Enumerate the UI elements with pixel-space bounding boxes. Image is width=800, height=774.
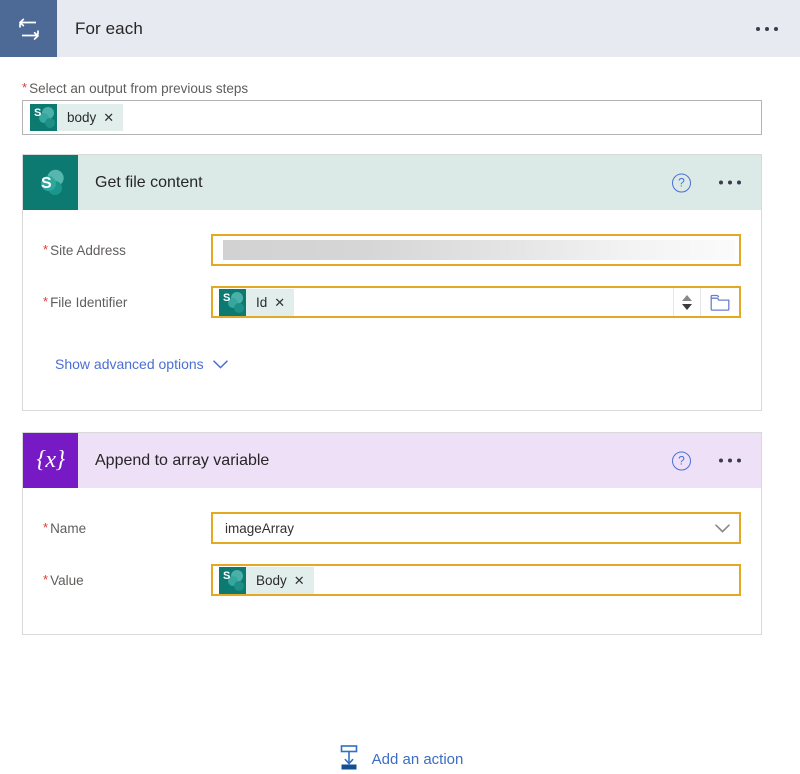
required-marker: * — [22, 80, 28, 95]
loop-repeat-icon — [0, 0, 57, 57]
variable-name-value: imageArray — [225, 520, 295, 536]
folder-picker-icon[interactable] — [700, 288, 739, 316]
field-label-text: File Identifier — [50, 294, 128, 310]
chevron-down-icon — [212, 356, 228, 372]
field-label-text: Value — [50, 572, 84, 588]
card-body: * Name imageArray * Value S Body ✕ — [23, 506, 761, 634]
field-row-site-address: * Site Address — [23, 228, 761, 272]
field-row-file-identifier: * File Identifier S Id ✕ — [23, 280, 761, 324]
sharepoint-icon: S — [219, 566, 246, 594]
token-label: Id — [256, 294, 268, 310]
field-label-text: Site Address — [50, 242, 126, 258]
token-label: body — [67, 110, 97, 125]
card-actions: ? — [672, 451, 741, 470]
select-output-label: * Select an output from previous steps — [22, 81, 248, 96]
variable-name-select[interactable]: imageArray — [211, 512, 741, 544]
foreach-header: For each — [0, 0, 800, 57]
svg-text:S: S — [41, 175, 52, 192]
variable-braces-icon: {x} — [23, 433, 78, 488]
chevron-down-icon[interactable] — [705, 523, 739, 533]
file-identifier-input[interactable]: S Id ✕ — [211, 286, 741, 318]
card-header[interactable]: S Get file content ? — [23, 155, 761, 210]
field-label-site-address: * Site Address — [43, 243, 211, 258]
site-address-input[interactable] — [211, 234, 741, 266]
field-label-value: * Value — [43, 573, 211, 588]
token-id[interactable]: S Id ✕ — [219, 288, 295, 316]
ellipsis-icon[interactable] — [719, 458, 741, 463]
required-marker: * — [43, 571, 49, 587]
card-header[interactable]: {x} Append to array variable ? — [23, 433, 761, 488]
ellipsis-icon[interactable] — [756, 26, 778, 31]
token-body[interactable]: S body ✕ — [30, 104, 124, 131]
card-actions: ? — [672, 173, 741, 192]
stepper-updown-icon[interactable] — [673, 288, 700, 316]
token-remove-icon[interactable]: ✕ — [294, 574, 314, 587]
card-title: Get file content — [95, 173, 203, 191]
token-remove-icon[interactable]: ✕ — [103, 111, 123, 124]
help-circle-icon[interactable]: ? — [672, 451, 691, 470]
field-label-text: Name — [50, 520, 87, 536]
field-row-name: * Name imageArray — [23, 506, 761, 550]
sharepoint-icon: S — [30, 104, 57, 131]
page-title: For each — [75, 18, 143, 38]
token-remove-icon[interactable]: ✕ — [274, 296, 294, 309]
variable-value-input[interactable]: S Body ✕ — [211, 564, 741, 596]
redacted-value — [223, 240, 735, 260]
select-output-input[interactable]: S body ✕ — [22, 100, 762, 135]
card-body: * Site Address * File Identifier S Id ✕ … — [23, 228, 761, 410]
action-card-get-file-content[interactable]: S Get file content ? * Site Address * Fi… — [22, 154, 762, 411]
field-label-name: * Name — [43, 521, 211, 536]
field-label-file-identifier: * File Identifier — [43, 295, 211, 310]
sharepoint-icon: S — [23, 155, 78, 210]
foreach-body: * Select an output from previous steps S… — [0, 57, 800, 770]
help-circle-icon[interactable]: ? — [672, 173, 691, 192]
file-identifier-controls — [673, 288, 739, 316]
action-card-append-to-array-variable[interactable]: {x} Append to array variable ? * Name im… — [22, 432, 762, 635]
show-advanced-options-label: Show advanced options — [55, 356, 204, 372]
required-marker: * — [43, 293, 49, 309]
select-output-label-text: Select an output from previous steps — [29, 81, 249, 96]
card-title: Append to array variable — [95, 451, 270, 469]
required-marker: * — [43, 519, 49, 535]
field-row-value: * Value S Body ✕ — [23, 558, 761, 602]
show-advanced-options-link[interactable]: Show advanced options — [55, 356, 228, 372]
sharepoint-icon: S — [219, 288, 246, 316]
token-body-value[interactable]: S Body ✕ — [219, 566, 314, 594]
token-label: Body — [256, 572, 287, 588]
ellipsis-icon[interactable] — [719, 180, 741, 185]
required-marker: * — [43, 241, 49, 257]
